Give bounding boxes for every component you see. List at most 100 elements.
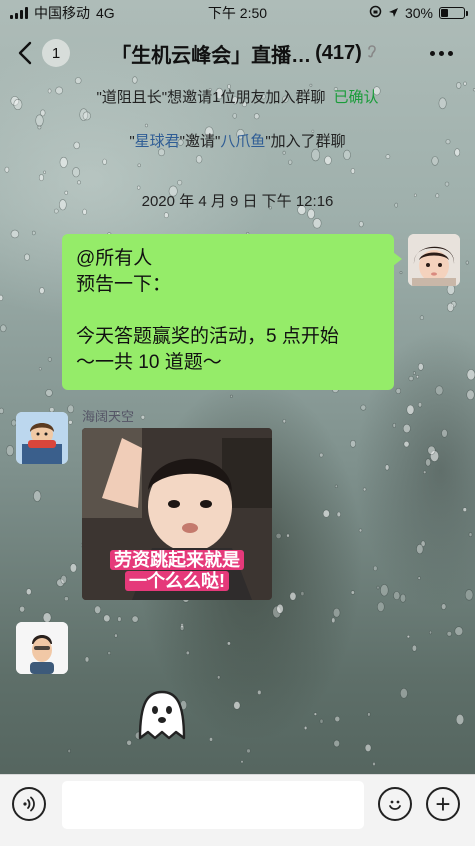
network-label: 4G: [96, 5, 115, 21]
message-timestamp: 2020 年 4 月 9 日 下午 12:16: [141, 193, 334, 210]
raindrop: [0, 324, 7, 333]
raindrop: [465, 260, 469, 265]
raindrop: [209, 737, 213, 742]
status-left: 中国移动 4G: [10, 3, 115, 23]
raindrop: [399, 687, 408, 699]
back-button[interactable]: [8, 31, 42, 75]
raindrop: [43, 170, 46, 175]
raindrop: [42, 612, 52, 623]
chat-input-bar: +: [0, 774, 475, 846]
join-notice-suffix: "加入了群聊: [265, 133, 346, 150]
raindrop: [417, 576, 421, 580]
raindrop: [84, 656, 90, 663]
raindrop: [372, 761, 376, 766]
emoji-button[interactable]: [378, 787, 412, 821]
inviter-name-link[interactable]: 星球君: [135, 133, 180, 150]
status-right: 30%: [369, 5, 468, 21]
raindrop: [435, 385, 444, 396]
memoji-avatar-icon: [16, 622, 68, 674]
raindrop: [423, 470, 427, 474]
raindrop: [0, 407, 4, 414]
image-message[interactable]: 劳资跳起来就是 一个么么哒!: [82, 428, 272, 600]
raindrop: [31, 230, 36, 236]
raindrop: [232, 113, 237, 119]
raindrop: [319, 718, 324, 724]
more-dot-icon: [438, 50, 444, 56]
raindrop: [446, 631, 452, 637]
raindrop: [163, 212, 169, 219]
more-actions-button[interactable]: +: [426, 787, 460, 821]
raindrop: [412, 371, 416, 375]
raindrop: [240, 760, 244, 764]
self-message-bubble[interactable]: @所有人 预告一下： 今天答题赢奖的活动，5 点开始 ～一共 10 道题～: [62, 234, 402, 390]
signal-icon: [10, 7, 28, 19]
raindrop: [68, 419, 73, 425]
raindrop: [331, 617, 336, 624]
raindrop: [349, 439, 356, 448]
raindrop: [324, 155, 332, 165]
self-avatar[interactable]: [408, 234, 460, 286]
message-line: @所有人: [76, 248, 153, 269]
raindrop: [253, 113, 260, 120]
more-options-button[interactable]: [413, 31, 469, 75]
image-caption: 劳资跳起来就是 一个么么哒!: [82, 550, 272, 592]
ear-mute-icon: [366, 43, 378, 63]
raindrop: [10, 229, 20, 239]
raindrop: [417, 362, 424, 371]
raindrop: [233, 701, 241, 710]
ghost-sticker[interactable]: [134, 690, 190, 740]
raindrop: [67, 748, 71, 754]
raindrop: [454, 626, 464, 636]
raindrop: [376, 601, 385, 612]
raindrop: [411, 644, 417, 652]
raindrop: [431, 156, 439, 166]
raindrop: [39, 287, 45, 295]
raindrop: [6, 445, 15, 457]
raindrop: [38, 367, 42, 371]
raindrop: [177, 179, 183, 186]
invitee-name-link[interactable]: 八爪鱼: [220, 133, 265, 150]
message-input[interactable]: [62, 781, 364, 829]
member-count: (417): [315, 41, 362, 64]
image-caption-line: 一个么么哒!: [125, 571, 229, 591]
sender-avatar[interactable]: [16, 622, 68, 674]
raindrop: [102, 158, 107, 165]
raindrop: [462, 507, 467, 512]
chat-title[interactable]: 「生机云峰会」直播… (417): [70, 39, 413, 68]
raindrop: [45, 389, 53, 397]
raindrop: [402, 423, 411, 434]
raindrop: [455, 713, 465, 725]
lock-rotation-icon: [369, 5, 382, 21]
raindrop: [336, 511, 341, 518]
raindrop: [126, 739, 132, 746]
confirm-link[interactable]: 已确认: [333, 89, 378, 106]
sender-name: 海阔天空: [82, 409, 135, 424]
raindrop: [384, 464, 390, 471]
raindrop: [107, 651, 111, 656]
message-line: 预告一下：: [76, 274, 172, 295]
raindrop: [415, 375, 419, 379]
message-line: [76, 298, 380, 324]
raindrop: [25, 588, 32, 596]
raindrop: [64, 596, 69, 602]
raindrop: [441, 603, 447, 610]
battery-percent: 30%: [404, 5, 433, 21]
raindrop: [275, 532, 282, 539]
raindrop: [0, 294, 4, 301]
raindrop: [230, 394, 233, 399]
sender-avatar[interactable]: [16, 412, 68, 464]
raindrop: [395, 387, 401, 394]
raindrop: [103, 614, 111, 623]
raindrop: [312, 218, 322, 229]
raindrop: [82, 111, 91, 121]
raindrop: [319, 452, 324, 458]
raindrop: [367, 712, 371, 717]
raindrop: [179, 624, 185, 631]
girl-portrait-icon: [408, 234, 460, 286]
unread-count-badge[interactable]: 1: [42, 39, 70, 67]
raindrop: [140, 414, 146, 420]
raindrop: [322, 509, 330, 518]
voice-input-button[interactable]: [12, 787, 46, 821]
raindrop: [72, 167, 80, 178]
raindrop: [358, 528, 363, 533]
